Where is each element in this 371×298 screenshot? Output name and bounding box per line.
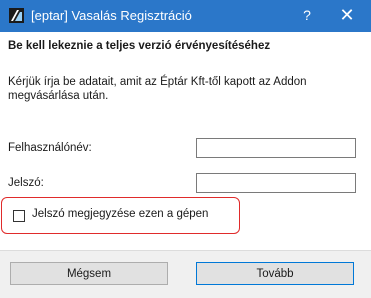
password-input[interactable] bbox=[196, 173, 356, 193]
cancel-button[interactable]: Mégsem bbox=[10, 262, 168, 285]
app-icon bbox=[9, 8, 24, 23]
dialog-description: Kérjük írja be adatait, amit az Éptár Kf… bbox=[8, 76, 307, 102]
close-button[interactable]: ✕ bbox=[338, 5, 356, 25]
title-bar: [eptar] Vasalás Regisztráció ? ✕ bbox=[0, 0, 371, 32]
username-input[interactable] bbox=[196, 138, 356, 158]
username-label: Felhasználónév: bbox=[8, 142, 92, 154]
help-button[interactable]: ? bbox=[300, 7, 314, 23]
password-label: Jelszó: bbox=[8, 177, 44, 189]
remember-label[interactable]: Jelszó megjegyzése ezen a gépen bbox=[32, 208, 208, 220]
next-button[interactable]: Tovább bbox=[196, 262, 354, 285]
remember-checkbox[interactable] bbox=[13, 210, 25, 222]
dialog-heading: Be kell lekeznie a teljes verzió érvénye… bbox=[8, 40, 271, 52]
window-title: [eptar] Vasalás Regisztráció bbox=[31, 8, 192, 23]
